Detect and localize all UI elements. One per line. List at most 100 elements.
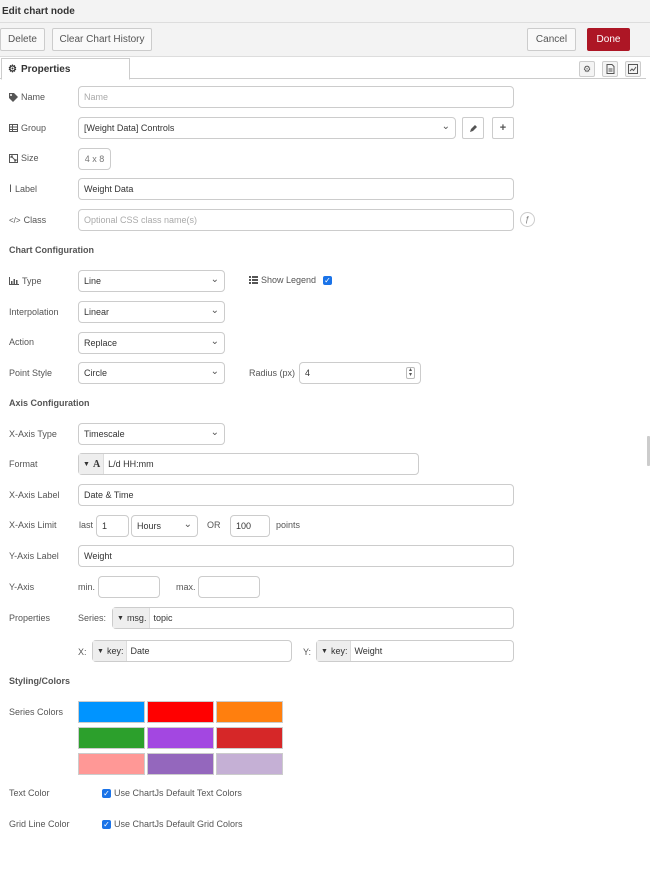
series-type-button[interactable]: ▼ msg. [113,608,151,628]
settings-tab-icon[interactable]: ⚙ [579,61,595,77]
string-type-icon: A [92,458,101,470]
appearance-tab-icon[interactable] [625,61,641,77]
y-property-typed-input[interactable]: ▼ key: Weight [316,640,514,662]
class-input[interactable]: Optional CSS class name(s) [78,209,514,231]
y-max-label: max. [176,582,196,592]
y-max-input[interactable] [198,576,260,598]
series-color-swatch[interactable] [216,727,283,749]
series-label: Series: [78,613,107,623]
name-label: Name [9,91,45,103]
x-axis-label-label: X-Axis Label [9,490,60,500]
grid-line-color-label: Grid Line Color [9,819,70,829]
y-axis-label-label: Y-Axis Label [9,551,59,561]
series-color-swatch[interactable] [216,753,283,775]
title-bar [0,0,650,23]
add-group-button[interactable]: + [492,117,514,139]
format-typed-input[interactable]: ▼ A L/d HH:mm [78,453,419,475]
y-axis-label-input[interactable]: Weight [78,545,514,567]
resize-icon [9,153,18,163]
caret-down-icon: ▼ [83,460,90,468]
format-type-button[interactable]: ▼ A [79,454,105,474]
y-min-input[interactable] [98,576,160,598]
tab-properties-label: Properties [20,63,71,75]
or-label: OR [207,520,221,530]
text-cursor-icon: Ⅰ [9,183,12,195]
name-input[interactable]: Name [78,86,514,108]
series-typed-input[interactable]: ▼ msg. topic [112,607,514,629]
tag-icon [9,92,18,102]
dialog-title: Edit chart node [2,6,75,17]
caret-down-icon: ▼ [321,647,328,655]
point-style-label: Point Style [9,368,53,378]
x-axis-limit-label: X-Axis Limit [9,520,57,530]
done-button[interactable]: Done [587,28,630,51]
caret-down-icon: ▼ [97,647,104,655]
limit-unit-select[interactable]: Hours ⌄ [131,515,198,537]
text-color-checkbox[interactable]: ✓ [102,789,111,798]
description-tab-icon[interactable] [602,61,618,77]
point-style-select[interactable]: Circle ⌄ [78,362,225,384]
show-legend-checkbox[interactable]: ✓ [323,276,332,285]
interpolation-label: Interpolation [9,307,59,317]
expression-icon[interactable]: ƒ [520,212,535,227]
edit-group-button[interactable] [462,117,484,139]
series-colors-label: Series Colors [9,707,64,717]
text-color-label: Text Color [9,788,50,798]
points-label: points [276,520,301,530]
x-property-typed-input[interactable]: ▼ key: Date [92,640,292,662]
x-axis-type-select[interactable]: Timescale ⌄ [78,423,225,445]
y-property-type-button[interactable]: ▼ key: [317,641,352,661]
label-label: Ⅰ Label [9,183,37,195]
group-select[interactable]: [Weight Data] Controls ⌄ [78,117,456,139]
x-axis-type-label: X-Axis Type [9,429,57,439]
series-color-swatch[interactable] [78,753,145,775]
class-label: </> Class [9,215,47,225]
action-label: Action [9,337,35,347]
grid-line-color-checkbox[interactable]: ✓ [102,820,111,829]
series-color-swatch[interactable] [78,701,145,723]
chart-configuration-heading: Chart Configuration [9,245,94,255]
size-label: Size [9,152,39,164]
caret-down-icon: ▼ [117,614,124,622]
interpolation-select[interactable]: Linear ⌄ [78,301,225,323]
y-axis-label: Y-Axis [9,582,35,592]
plus-icon: + [499,122,507,134]
clear-chart-history-button[interactable]: Clear Chart History [52,28,152,51]
spinner-icon[interactable]: ▴ ▾ [406,367,415,379]
show-legend-label: Show Legend [249,274,316,286]
group-label: Group [9,122,46,134]
pencil-icon [469,124,478,133]
radius-input[interactable]: 4 ▴ ▾ [299,362,421,384]
radius-label: Radius (px) [249,368,296,378]
text-color-option-label: Use ChartJs Default Text Colors [114,788,242,798]
axis-configuration-heading: Axis Configuration [9,398,90,408]
y-property-label: Y: [303,647,312,657]
series-color-swatch[interactable] [147,701,214,723]
format-label: Format [9,459,38,469]
code-icon: </> [9,215,21,225]
gear-icon: ⚙ [8,63,17,75]
type-label: Type [9,275,42,287]
action-select[interactable]: Replace ⌄ [78,332,225,354]
limit-count-input[interactable]: 1 [96,515,129,537]
styling-colors-heading: Styling/Colors [9,676,71,686]
tab-properties[interactable]: ⚙ Properties [1,58,130,80]
x-property-type-button[interactable]: ▼ key: [93,641,128,661]
label-input[interactable]: Weight Data [78,178,514,200]
x-property-label: X: [78,647,87,657]
series-color-swatch[interactable] [216,701,283,723]
chevron-down-icon: ⌄ [210,336,219,347]
cancel-button[interactable]: Cancel [527,28,576,51]
series-color-swatch[interactable] [147,753,214,775]
chevron-down-icon: ⌄ [210,305,219,316]
size-button[interactable]: 4 x 8 [78,148,111,170]
limit-points-input[interactable]: 100 [230,515,270,537]
series-color-swatch[interactable] [78,727,145,749]
series-color-swatch[interactable] [147,727,214,749]
delete-button[interactable]: Delete [0,28,45,51]
chevron-down-icon: ⌄ [210,366,219,377]
x-axis-label-input[interactable]: Date & Time [78,484,514,506]
chart-type-select[interactable]: Line ⌄ [78,270,225,292]
properties-label: Properties [9,613,51,623]
y-min-label: min. [78,582,96,592]
